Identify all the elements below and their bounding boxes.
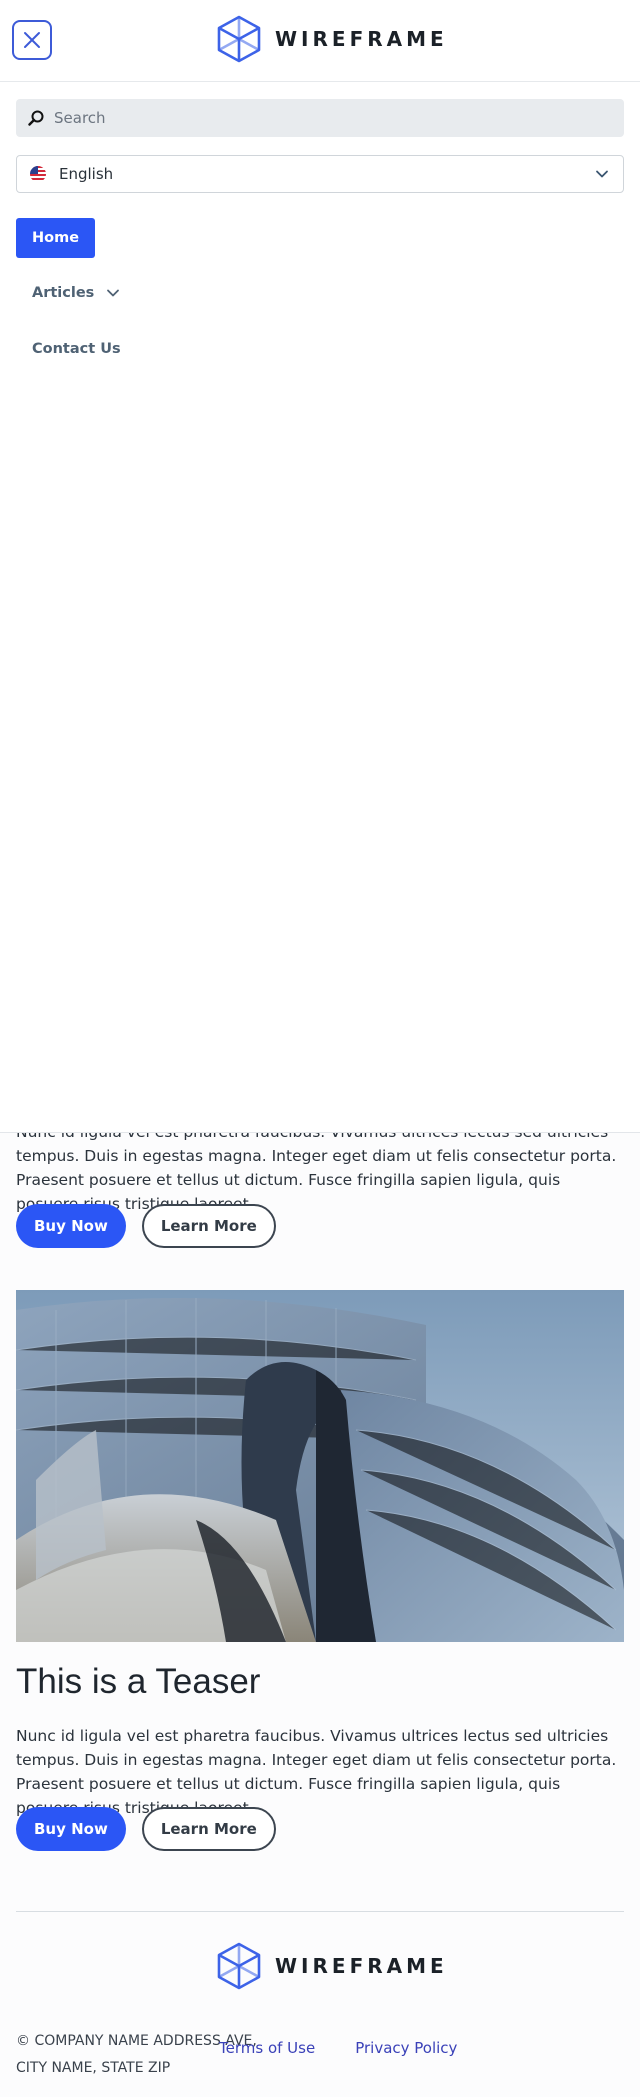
teaser-button-row: Buy Now Learn More [16, 1204, 276, 1248]
close-icon [24, 32, 40, 48]
learn-more-button[interactable]: Learn More [141, 1807, 276, 1851]
buy-now-button[interactable]: Buy Now [16, 1204, 126, 1248]
cube-logo-icon [217, 1942, 261, 1990]
close-menu-button[interactable] [12, 20, 52, 60]
nav-item-articles[interactable]: Articles [32, 285, 120, 301]
search-field [16, 99, 624, 137]
search-icon [28, 110, 44, 126]
nav-item-label: Articles [32, 285, 95, 301]
buy-now-button[interactable]: Buy Now [16, 1807, 126, 1851]
language-select[interactable]: English [16, 155, 624, 193]
teaser-title: This is a Teaser [16, 1662, 261, 1701]
teaser-button-row: Buy Now Learn More [16, 1807, 276, 1851]
header-logo[interactable]: WIREFRAME [215, 15, 448, 63]
chevron-down-icon [107, 289, 120, 297]
learn-more-button[interactable]: Learn More [141, 1204, 276, 1248]
terms-of-use-link[interactable]: Terms of Use [219, 2039, 315, 2057]
footer-divider [16, 1911, 624, 1912]
logo-text: WIREFRAME [275, 1954, 448, 1978]
footer-links: Terms of Use Privacy Policy [219, 2039, 457, 2057]
building-photo [16, 1290, 624, 1642]
site-header: WIREFRAME [0, 0, 640, 82]
mobile-menu: WIREFRAME English Home Articles [0, 0, 640, 1133]
us-flag-icon [30, 166, 46, 182]
teaser-image [16, 1290, 624, 1642]
nav-item-contact[interactable]: Contact Us [32, 341, 121, 357]
footer-logo[interactable]: WIREFRAME [215, 1942, 448, 1990]
chevron-down-icon [596, 170, 608, 178]
teaser-text: Nunc id ligula vel est pharetra faucibus… [16, 1123, 617, 1213]
language-label: English [59, 165, 114, 183]
logo-text: WIREFRAME [275, 27, 448, 51]
nav-item-home[interactable]: Home [16, 218, 96, 258]
search-input[interactable] [54, 109, 594, 127]
teaser-text: Nunc id ligula vel est pharetra faucibus… [16, 1727, 617, 1817]
nav-item-label: Contact Us [32, 341, 121, 357]
cube-logo-icon [217, 15, 261, 63]
privacy-policy-link[interactable]: Privacy Policy [355, 2039, 457, 2057]
